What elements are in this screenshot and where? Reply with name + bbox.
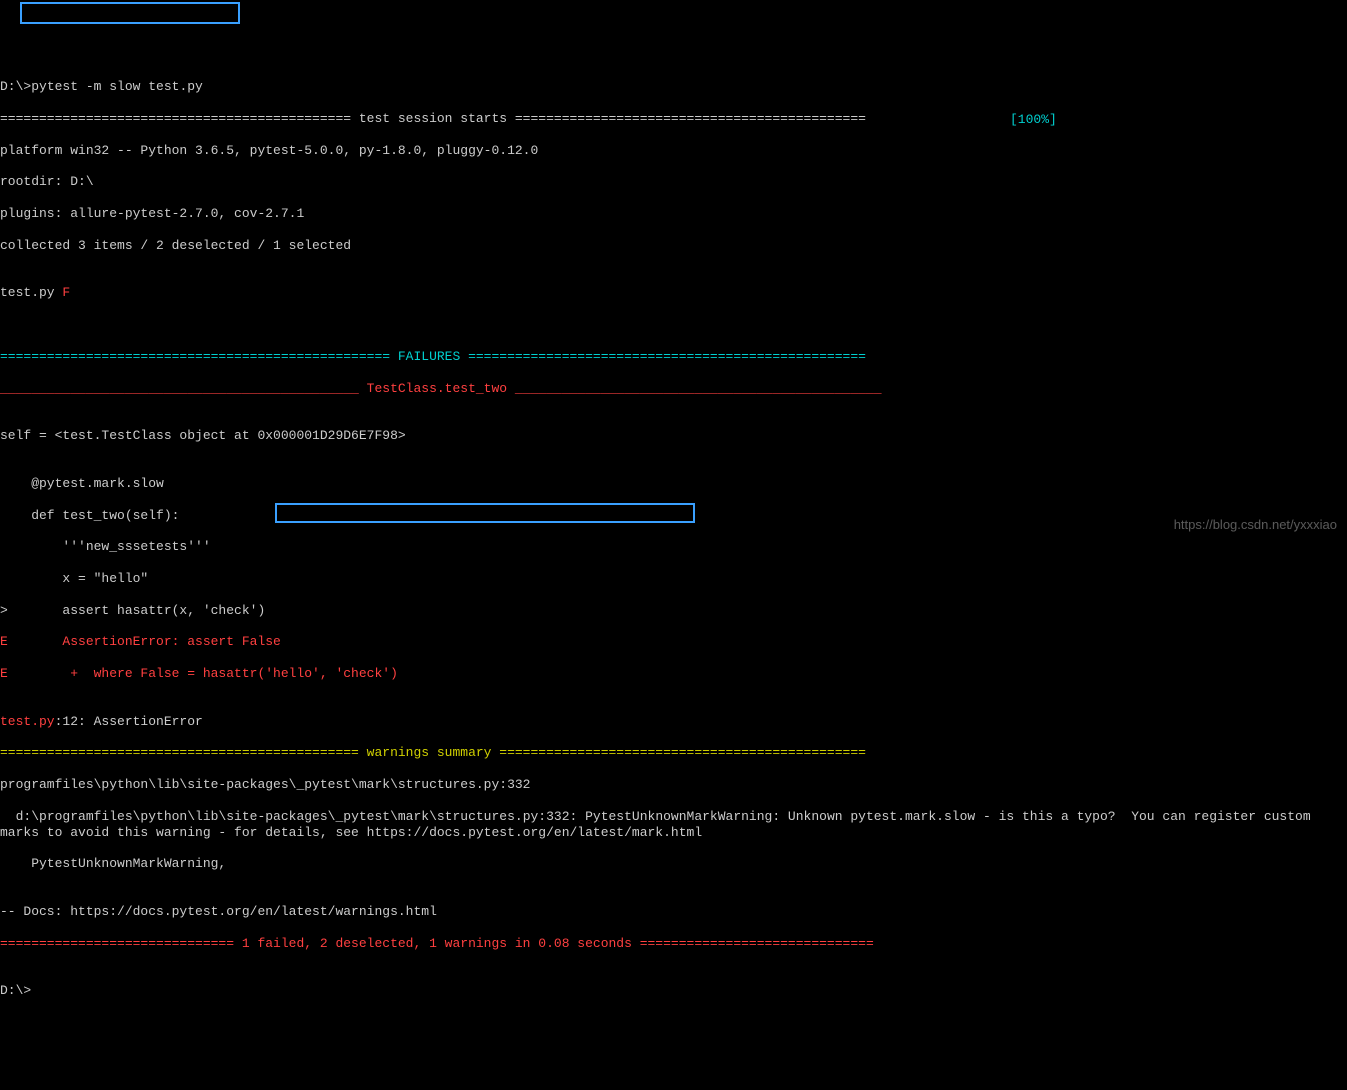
test-result-line: test.py F — [0, 285, 1347, 301]
test-status: F — [62, 285, 70, 300]
warning-line-1: programfiles\python\lib\site-packages\_p… — [0, 777, 1347, 793]
code-def: def test_two(self): — [0, 508, 1347, 524]
traceback-file: test.py — [0, 714, 55, 729]
watermark-text: https://blog.csdn.net/yxxxiao — [1174, 517, 1337, 533]
error-line-2: E + where False = hasattr('hello', 'chec… — [0, 666, 1347, 682]
failures-header: ========================================… — [0, 349, 1347, 365]
collected-line: collected 3 items / 2 deselected / 1 sel… — [0, 238, 1347, 254]
test-file: test.py — [0, 285, 62, 300]
warnings-header: ========================================… — [0, 745, 1347, 761]
session-start-header: ========================================… — [0, 111, 1347, 127]
code-docstring: '''new_sssetests''' — [0, 539, 1347, 555]
warning-line-2: d:\programfiles\python\lib\site-packages… — [0, 809, 1347, 841]
progress-percent: [100%] — [1010, 112, 1057, 128]
self-repr: self = <test.TestClass object at 0x00000… — [0, 428, 1347, 444]
platform-line: platform win32 -- Python 3.6.5, pytest-5… — [0, 143, 1347, 159]
traceback-loc-suffix: :12: AssertionError — [55, 714, 203, 729]
traceback-location: test.py:12: AssertionError — [0, 714, 1347, 730]
plugins-line: plugins: allure-pytest-2.7.0, cov-2.7.1 — [0, 206, 1347, 222]
command-text: pytest -m slow test.py — [31, 79, 203, 94]
docs-link-line: -- Docs: https://docs.pytest.org/en/late… — [0, 904, 1347, 920]
highlight-box-command — [20, 2, 240, 24]
failure-test-name: ________________________________________… — [0, 381, 1347, 397]
terminal-output[interactable]: D:\>pytest -m slow test.py =============… — [0, 63, 1347, 1015]
error-line-1: E AssertionError: assert False — [0, 634, 1347, 650]
rootdir-line: rootdir: D:\ — [0, 174, 1347, 190]
summary-line: ============================== 1 failed,… — [0, 936, 1347, 952]
final-prompt[interactable]: D:\> — [0, 983, 1347, 999]
warning-line-3: PytestUnknownMarkWarning, — [0, 856, 1347, 872]
code-decorator: @pytest.mark.slow — [0, 476, 1347, 492]
code-assign: x = "hello" — [0, 571, 1347, 587]
code-assert: > assert hasattr(x, 'check') — [0, 603, 1347, 619]
prompt-cwd: D:\> — [0, 79, 31, 94]
